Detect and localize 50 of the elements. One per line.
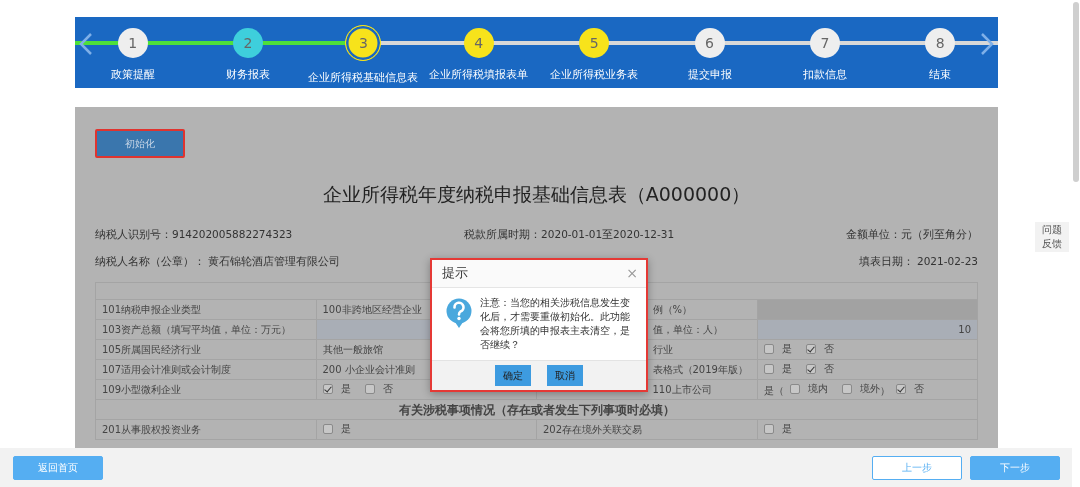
confirm-button[interactable]: 确定 — [495, 364, 531, 386]
field-label: 201从事股权投资业务 — [95, 419, 316, 440]
step-circle[interactable]: 2 — [233, 28, 264, 58]
step-circle[interactable]: 8 — [925, 28, 956, 58]
fill-date: 填表日期： 2021-02-23 — [858, 254, 978, 270]
step-label[interactable]: 提交申报 — [687, 67, 732, 83]
close-button[interactable]: × — [626, 266, 638, 281]
checkbox-label: 是 — [781, 422, 792, 437]
field-label: 103资产总额（填写平均值，单位：万元） — [95, 319, 316, 340]
checkbox-label: 否 — [823, 342, 834, 357]
initialize-button[interactable]: 初始化 — [95, 129, 185, 158]
step-circle[interactable]: 5 — [579, 28, 610, 58]
field-label: 101纳税申报企业类型 — [95, 299, 316, 320]
checkbox-label: 是 — [781, 342, 792, 357]
step-label[interactable]: 扣款信息 — [802, 67, 847, 83]
section-heading: 有关涉税事项情况（存在或者发生下列事项时必填） — [95, 399, 978, 420]
step-circle[interactable]: 7 — [809, 28, 840, 58]
checkbox-label: 境外 — [859, 382, 880, 395]
field-label: 107适用会计准则或会计制度 — [95, 359, 316, 380]
step-label[interactable]: 企业所得税业务表 — [550, 67, 639, 83]
step-label[interactable]: 财务报表 — [226, 67, 271, 83]
field-label: 109小型微利企业 — [95, 379, 316, 400]
previous-button[interactable]: 上一步 — [872, 455, 962, 480]
step-label[interactable]: 企业所得税基础信息表 — [308, 70, 419, 86]
dialog-title: 提示 — [442, 264, 468, 282]
step-circle[interactable]: 3 — [345, 25, 382, 61]
checkbox-label: 是 — [340, 382, 351, 397]
step-label[interactable]: 企业所得税填报表单 — [429, 67, 529, 83]
checkbox-label: 是 — [340, 422, 351, 437]
form-title: 企业所得税年度纳税申报基础信息表（A000000） — [321, 182, 752, 207]
option-text: ） — [879, 384, 890, 396]
checkbox-label: 否 — [382, 382, 393, 397]
step-label[interactable]: 结束 — [929, 67, 952, 83]
field-label: 105所属国民经济行业 — [95, 339, 316, 360]
checkbox-label: 是 — [781, 362, 792, 377]
step-label[interactable]: 政策提醒 — [110, 67, 155, 83]
step-circle[interactable]: 4 — [463, 28, 494, 58]
checkbox-label: 否 — [913, 382, 924, 397]
tax-period: 税款所属时期：2020-01-01至2020-12-31 — [464, 226, 675, 242]
cancel-button[interactable]: 取消 — [547, 364, 583, 386]
feedback-tab[interactable]: 问题反馈 — [1035, 222, 1069, 252]
checkbox-label: 境内 — [807, 382, 828, 397]
option-text: 是（ — [763, 384, 784, 396]
checkbox-label: 否 — [823, 362, 834, 377]
step-circle[interactable]: 1 — [117, 28, 148, 58]
taxpayer-id: 纳税人识别号：914202005882274323 — [95, 226, 293, 242]
amount-unit: 金额单位：元（列至角分） — [846, 226, 978, 242]
step-circle[interactable]: 6 — [694, 28, 725, 58]
taxpayer-name: 纳税人名称（公章）： 黄石锦轮酒店管理有限公司 — [95, 254, 341, 270]
field-label: 202存在境外关联交易 — [536, 419, 757, 440]
